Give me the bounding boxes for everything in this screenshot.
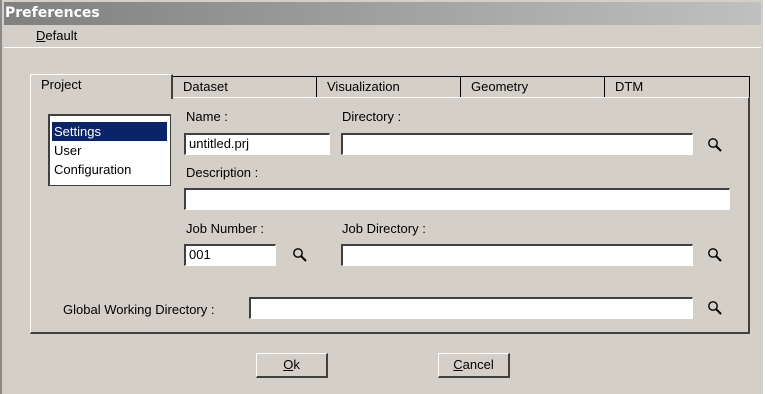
directory-field[interactable]	[341, 133, 693, 155]
cancel-button[interactable]: Cancel	[438, 353, 510, 378]
job-number-label: Job Number :	[186, 221, 265, 236]
tab-geometry-label: Geometry	[471, 79, 529, 94]
description-field[interactable]	[184, 188, 730, 210]
menu-separator	[4, 47, 761, 48]
tab-dtm[interactable]: DTM	[604, 76, 750, 98]
tab-dtm-label: DTM	[615, 79, 644, 94]
job-number-browse-icon[interactable]	[292, 247, 308, 263]
global-dir-label: Global Working Directory :	[63, 302, 215, 317]
title-bar: Preferences	[4, 2, 761, 25]
list-item-user[interactable]: User	[52, 141, 167, 160]
job-directory-browse-icon[interactable]	[707, 247, 723, 263]
name-label: Name :	[186, 109, 228, 124]
ok-button-label: Ok	[283, 357, 300, 372]
menu-default[interactable]: Default	[36, 28, 77, 43]
ok-button[interactable]: Ok	[256, 353, 328, 378]
name-field[interactable]: untitled.prj	[184, 133, 330, 155]
tab-dataset[interactable]: Dataset	[172, 76, 317, 98]
category-list[interactable]: Settings User Configuration	[48, 114, 171, 186]
job-directory-label: Job Directory :	[342, 221, 426, 236]
window-title: Preferences	[5, 5, 100, 21]
cancel-button-label: Cancel	[453, 357, 494, 372]
list-item-settings[interactable]: Settings	[52, 122, 167, 141]
tab-geometry[interactable]: Geometry	[460, 76, 605, 98]
job-number-field[interactable]: 001	[184, 244, 276, 266]
menu-bar: Default	[4, 25, 761, 47]
directory-label: Directory :	[342, 109, 402, 124]
description-label: Description :	[186, 165, 259, 180]
list-item-configuration[interactable]: Configuration	[52, 160, 167, 179]
directory-browse-icon[interactable]	[707, 137, 723, 153]
tab-visualization[interactable]: Visualization	[316, 76, 461, 98]
tab-project-label: Project	[41, 77, 82, 92]
tab-visualization-label: Visualization	[327, 79, 400, 94]
global-dir-field[interactable]	[249, 297, 693, 319]
global-dir-browse-icon[interactable]	[707, 300, 723, 316]
tab-dataset-label: Dataset	[183, 79, 228, 94]
job-directory-field[interactable]	[341, 244, 693, 266]
tab-project[interactable]: Project	[30, 74, 173, 99]
